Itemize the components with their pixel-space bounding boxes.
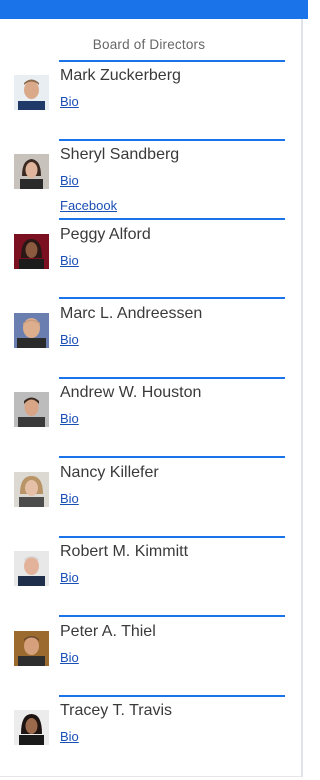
divider [59,377,285,379]
member-name: Peggy Alford [60,226,151,243]
member-item: Peggy Alford Bio [0,226,300,304]
member-item: Mark Zuckerberg Bio [0,67,300,145]
member-photo [14,392,49,427]
member-name: Robert M. Kimmitt [60,543,189,560]
bio-link[interactable]: Bio [60,94,79,109]
member-photo [14,313,49,348]
bio-link[interactable]: Bio [60,729,79,744]
member-photo [14,472,49,507]
bio-link[interactable]: Bio [60,570,79,585]
top-bar [0,0,308,19]
bio-link[interactable]: Bio [60,491,79,506]
bio-link[interactable]: Bio [60,253,79,268]
divider [59,218,285,220]
member-name: Andrew W. Houston [60,384,202,401]
panel-title: Board of Directors [92,37,206,52]
member-photo [14,551,49,586]
member-name: Marc L. Andreessen [60,305,203,322]
divider [59,536,285,538]
member-item: Nancy Killefer Bio [0,464,300,542]
member-item: Peter A. Thiel Bio [0,623,300,701]
member-name: Sheryl Sandberg [60,146,180,163]
divider [59,615,285,617]
member-photo [14,234,49,269]
member-name: Mark Zuckerberg [60,67,181,84]
member-name: Tracey T. Travis [60,702,173,719]
bio-link[interactable]: Bio [60,173,79,188]
member-photo [14,710,49,745]
member-item: Marc L. Andreessen Bio [0,305,300,383]
bio-link[interactable]: Bio [60,332,79,347]
divider [59,695,285,697]
board-panel: Board of Directors Mark Zuckerberg Bio S… [0,19,303,777]
member-photo [14,154,49,189]
divider [59,456,285,458]
divider [59,60,285,62]
member-photo [14,75,49,110]
member-item: Robert M. Kimmitt Bio [0,543,300,621]
member-name: Nancy Killefer [60,464,159,481]
divider [59,139,285,141]
divider [59,297,285,299]
member-name: Peter A. Thiel [60,623,156,640]
bio-link[interactable]: Bio [60,411,79,426]
member-item: Sheryl Sandberg Bio Facebook [0,146,300,224]
bio-link[interactable]: Bio [60,650,79,665]
member-item: Andrew W. Houston Bio [0,384,300,462]
member-item: Tracey T. Travis Bio [0,702,300,780]
facebook-link[interactable]: Facebook [60,198,117,213]
member-photo [14,631,49,666]
